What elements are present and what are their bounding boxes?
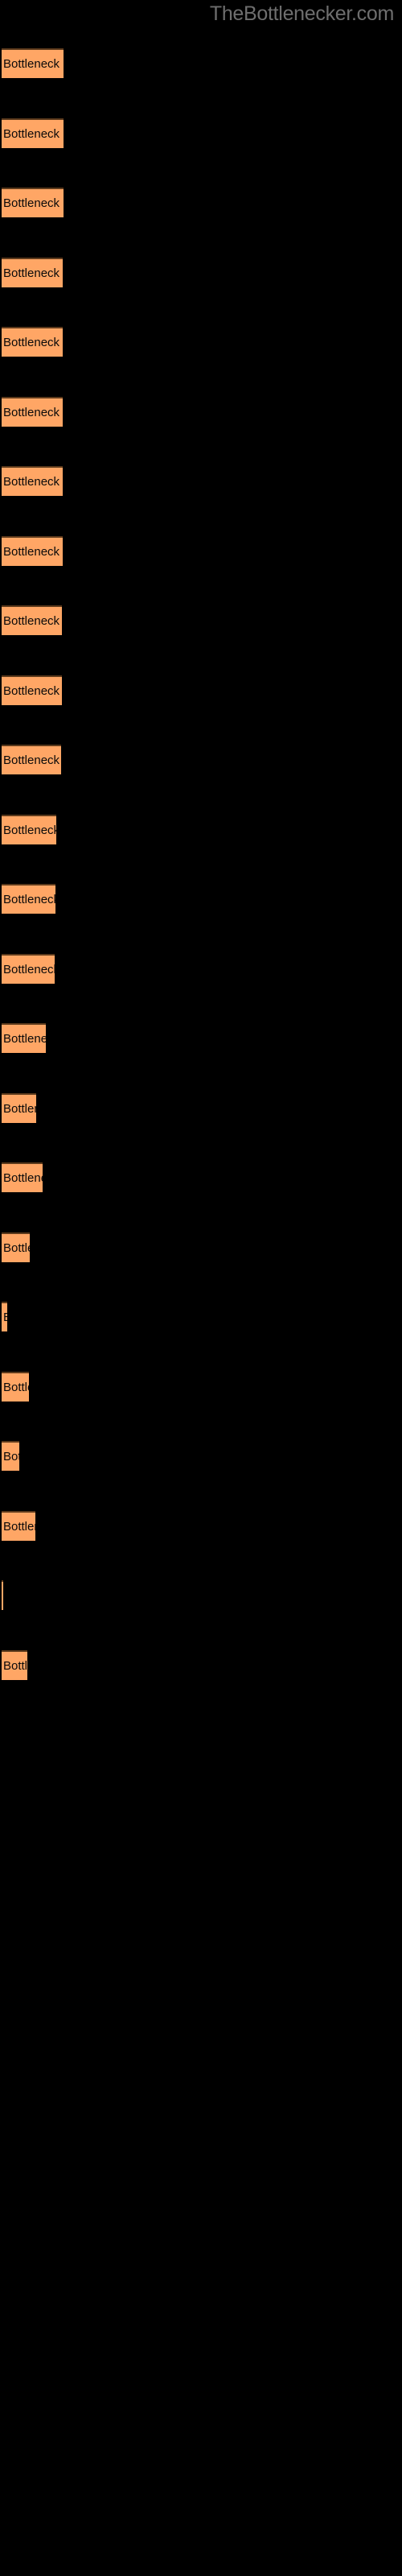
bar-3: Bottleneck result — [2, 188, 64, 217]
bar-15: Bottleneck result — [2, 1023, 46, 1053]
bar-24: Bottleneck result — [2, 1650, 27, 1680]
bar-9: Bottleneck result — [2, 605, 62, 635]
bar-label: Bottleneck result — [3, 545, 63, 559]
bar-label: Bottleneck result — [3, 1310, 7, 1326]
bar-23: Bottleneck result — [2, 1580, 3, 1610]
bar-14: Bottleneck result — [2, 954, 55, 984]
bar-22: Bottleneck result — [2, 1511, 35, 1541]
bar-18: Bottleneck result — [2, 1232, 30, 1262]
bar-2: Bottleneck result — [2, 118, 64, 148]
bar-label: Bottleneck result — [3, 614, 62, 628]
bar-label: Bottleneck result — [3, 266, 63, 280]
bar-16: Bottleneck result — [2, 1093, 36, 1123]
chart-page: TheBottlenecker.com Bottleneck resultBot… — [0, 0, 402, 2576]
bar-label: Bottleneck result — [3, 127, 64, 141]
bar-6: Bottleneck result — [2, 397, 63, 427]
bar-label: Bottleneck result — [3, 1171, 43, 1185]
bar-5: Bottleneck result — [2, 327, 63, 357]
bar-7: Bottleneck result — [2, 466, 63, 496]
bar-label: Bottleneck result — [3, 1032, 46, 1046]
bar-label: Bottleneck result — [3, 824, 56, 837]
bar-label: Bottleneck result — [3, 406, 63, 419]
bar-label: Bottleneck result — [3, 753, 61, 767]
bar-label: Bottleneck result — [3, 684, 62, 698]
bar-label: Bottleneck result — [3, 1450, 19, 1463]
bar-label: Bottleneck result — [3, 1520, 35, 1534]
bar-label: Bottleneck result — [3, 893, 55, 906]
bar-label: Bottleneck result — [3, 1381, 29, 1394]
bottleneck-bar-chart: Bottleneck result Bottleneck result Bottle… — [0, 0, 402, 1771]
bar-8: Bottleneck result — [2, 536, 63, 566]
bar-13: Bottleneck result — [2, 884, 55, 914]
bar-19: Bottleneck result — [2, 1302, 7, 1331]
bar-17: Bottleneck result — [2, 1162, 43, 1192]
bar-label: Bottleneck result — [3, 196, 64, 210]
bar-label: Bottleneck result — [3, 1241, 30, 1255]
bar-1: Bottleneck result — [2, 48, 64, 78]
bar-4: Bottleneck result — [2, 258, 63, 287]
bar-label: Bottleneck result — [3, 1659, 27, 1673]
bar-20: Bottleneck result — [2, 1372, 29, 1402]
bar-11: Bottleneck result — [2, 745, 61, 774]
bar-21: Bottleneck result — [2, 1441, 19, 1471]
bar-label: Bottleneck result — [3, 963, 55, 976]
bar-label: Bottleneck result — [3, 57, 64, 71]
bar-10: Bottleneck result — [2, 675, 62, 705]
bar-label: Bottleneck result — [3, 475, 63, 489]
bar-12: Bottleneck result — [2, 815, 56, 844]
bar-label: Bottleneck result — [3, 1102, 36, 1116]
bar-label: Bottleneck result — [3, 336, 63, 349]
